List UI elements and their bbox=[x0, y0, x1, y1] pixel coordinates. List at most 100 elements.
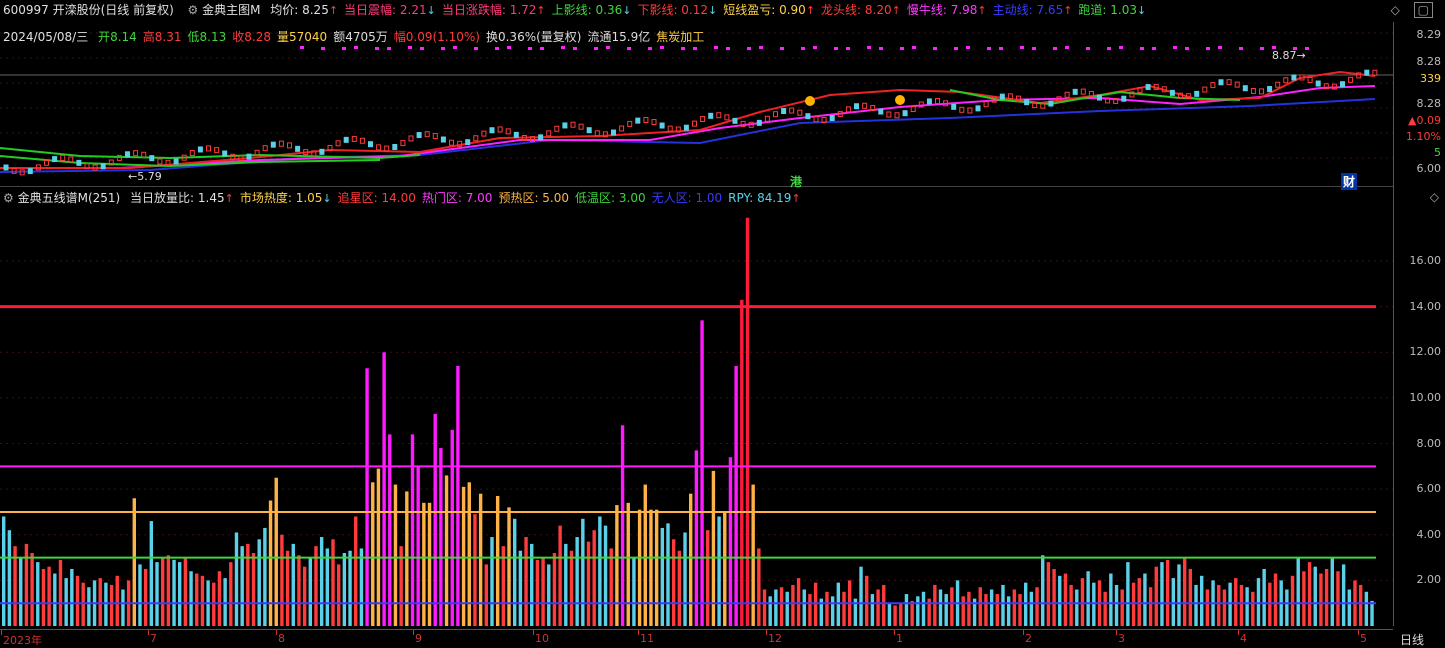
signal-dot bbox=[987, 47, 991, 50]
volume-heat-bar bbox=[569, 550, 574, 626]
period-button[interactable]: 日线 bbox=[1400, 631, 1424, 648]
volume-heat-bar bbox=[1256, 578, 1261, 626]
sub-label-3: 热门区: bbox=[421, 191, 466, 205]
date-label: 3 bbox=[1118, 632, 1125, 645]
candle bbox=[222, 150, 228, 157]
volume-heat-bar bbox=[882, 584, 886, 626]
volume-heat-bar bbox=[1347, 589, 1352, 626]
header-value-2: 1.72 bbox=[509, 3, 537, 17]
volume-heat-bar bbox=[1205, 589, 1210, 626]
date-label: 1 bbox=[896, 632, 903, 645]
sub-axis-label: 14.00 bbox=[1409, 299, 1442, 313]
signal-dot bbox=[726, 47, 730, 50]
quote-value-2: 8.13 bbox=[199, 30, 227, 44]
volume-heat-bar bbox=[564, 543, 568, 626]
volume-heat-bar bbox=[427, 502, 432, 626]
volume-heat-bar bbox=[989, 589, 994, 626]
candle bbox=[400, 140, 406, 147]
volume-heat-bar bbox=[552, 553, 557, 626]
settings-gear-icon[interactable]: ⚙ bbox=[187, 3, 198, 17]
close-box-icon[interactable]: ▢ bbox=[1413, 2, 1433, 18]
volume-heat-bar bbox=[223, 578, 227, 626]
volume-heat-bar bbox=[348, 550, 352, 626]
candle bbox=[449, 139, 454, 146]
leader-line bbox=[0, 70, 1376, 169]
candle bbox=[554, 125, 560, 132]
volume-heat-bar bbox=[1023, 582, 1028, 626]
candle bbox=[999, 93, 1005, 100]
header-value-1: 2.21 bbox=[399, 3, 427, 17]
volume-heat-bar bbox=[859, 566, 863, 626]
volume-heat-bar bbox=[870, 594, 875, 626]
volume-heat-bar bbox=[677, 550, 682, 626]
candle bbox=[214, 147, 220, 154]
volume-heat-bar bbox=[393, 484, 398, 626]
candle bbox=[813, 116, 819, 123]
quote-date: 2024/05/08/三 bbox=[3, 30, 89, 44]
sub-indicator-name[interactable]: 金典五线谱M(251) bbox=[18, 191, 121, 205]
volume-heat-bar bbox=[319, 537, 324, 626]
volume-heat-bar bbox=[876, 589, 880, 626]
quote-label-4: 量 bbox=[276, 30, 289, 44]
volume-heat-bar bbox=[865, 575, 869, 626]
volume-heat-bar bbox=[1012, 589, 1017, 626]
sub-label-4: 预热区: bbox=[498, 191, 543, 205]
quote-item-3: 收8.28 bbox=[232, 30, 271, 44]
candle bbox=[76, 159, 82, 166]
candle bbox=[1194, 90, 1200, 97]
volume-heat-bar bbox=[263, 527, 267, 626]
quote-bar: 2024/05/08/三 开8.14 高8.31 低8.13 收8.28 量57040 额… bbox=[3, 30, 704, 44]
volume-heat-bar bbox=[7, 530, 12, 626]
volume-heat-bar bbox=[689, 493, 693, 626]
diamond-icon[interactable]: ◇ bbox=[1391, 3, 1400, 17]
quote-value-1: 8.31 bbox=[154, 30, 182, 44]
volume-heat-bar bbox=[302, 566, 307, 626]
volume-heat-bar bbox=[388, 434, 392, 626]
candle bbox=[951, 103, 957, 110]
volume-heat-bar bbox=[1018, 594, 1022, 626]
hk-connect-tag[interactable]: 港 bbox=[790, 173, 802, 190]
volume-heat-bar bbox=[456, 365, 460, 626]
candle bbox=[424, 131, 430, 138]
header-item-8: 主动线: 7.65↑ bbox=[993, 3, 1073, 17]
candle bbox=[570, 121, 576, 128]
signal-dot bbox=[528, 47, 532, 50]
volume-heat-bar bbox=[461, 486, 466, 626]
sub-settings-gear-icon[interactable]: ⚙ bbox=[3, 191, 14, 205]
volume-heat-bar bbox=[229, 562, 233, 626]
volume-heat-bar bbox=[166, 555, 171, 626]
candle bbox=[189, 150, 195, 157]
candle bbox=[886, 111, 892, 118]
volume-heat-bar bbox=[916, 596, 920, 626]
header-item-4: 下影线: 0.12↓ bbox=[637, 3, 717, 17]
volume-heat-bar bbox=[1194, 584, 1198, 626]
main-indicator-name[interactable]: 金典主图M bbox=[202, 3, 260, 17]
volume-heat-bar bbox=[620, 425, 625, 626]
header-arrow-3: ↓ bbox=[622, 4, 632, 17]
header-item-6: 龙头线: 8.20↑ bbox=[821, 3, 901, 17]
candle bbox=[1064, 91, 1070, 98]
volume-heat-bar bbox=[280, 534, 284, 626]
chart-canvas bbox=[0, 32, 1393, 626]
volume-heat-bar bbox=[683, 532, 687, 626]
volume-heat-bar bbox=[1222, 589, 1227, 626]
volume-heat-bar bbox=[586, 541, 591, 626]
finance-tag[interactable]: 财 bbox=[1341, 173, 1358, 190]
volume-heat-bar bbox=[938, 589, 943, 626]
header-value-0: 8.25 bbox=[302, 3, 329, 17]
volume-heat-bar bbox=[325, 548, 330, 626]
quote-label-8: 流通 bbox=[587, 30, 612, 44]
volume-heat-bar bbox=[121, 589, 125, 626]
volume-heat-bar bbox=[626, 502, 630, 626]
low-price-mark: ←5.79 bbox=[128, 170, 162, 183]
volume-heat-bar bbox=[109, 584, 114, 626]
volume-heat-bar bbox=[592, 530, 596, 626]
volume-heat-bar bbox=[212, 582, 216, 626]
volume-heat-bar bbox=[1148, 587, 1153, 626]
volume-heat-bar bbox=[336, 564, 341, 626]
candle bbox=[805, 113, 811, 120]
header-value-5: 0.90 bbox=[779, 3, 806, 17]
stock-title: 600997 开滦股份(日线 前复权) bbox=[3, 3, 174, 17]
signal-dot bbox=[801, 47, 805, 50]
volume-heat-bar bbox=[484, 564, 489, 626]
